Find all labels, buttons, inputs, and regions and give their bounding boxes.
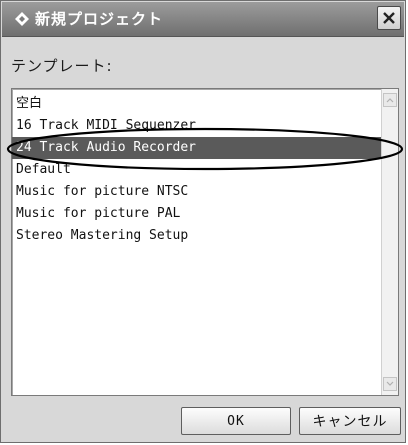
- template-list: 空白 16 Track MIDI Sequenzer 24 Track Audi…: [12, 93, 382, 247]
- chevron-down-icon: [386, 381, 394, 386]
- template-item-16-track-midi[interactable]: 16 Track MIDI Sequenzer: [12, 115, 382, 137]
- scroll-down-button[interactable]: [383, 377, 397, 391]
- cancel-button[interactable]: キャンセル: [299, 407, 401, 435]
- template-item-blank[interactable]: 空白: [12, 93, 382, 115]
- template-item-stereo-mastering[interactable]: Stereo Mastering Setup: [12, 225, 382, 247]
- close-button[interactable]: [377, 6, 401, 30]
- template-item-picture-ntsc[interactable]: Music for picture NTSC: [12, 181, 382, 203]
- diamond-icon: [15, 12, 29, 26]
- template-item-24-track-audio[interactable]: 24 Track Audio Recorder: [12, 137, 382, 159]
- list-scrollbar[interactable]: [381, 89, 398, 395]
- template-item-default[interactable]: Default: [12, 159, 382, 181]
- template-listbox[interactable]: 空白 16 Track MIDI Sequenzer 24 Track Audi…: [11, 88, 399, 396]
- title-bar[interactable]: 新規プロジェクト: [2, 2, 404, 37]
- chevron-up-icon: [386, 98, 394, 103]
- close-icon: [383, 12, 395, 24]
- scroll-up-button[interactable]: [383, 93, 397, 107]
- new-project-dialog: 新規プロジェクト テンプレート: 空白 16 Track MIDI Sequen…: [0, 0, 406, 443]
- window-title: 新規プロジェクト: [35, 10, 164, 28]
- ok-button[interactable]: OK: [181, 407, 291, 435]
- template-label: テンプレート:: [11, 57, 113, 75]
- template-item-picture-pal[interactable]: Music for picture PAL: [12, 203, 382, 225]
